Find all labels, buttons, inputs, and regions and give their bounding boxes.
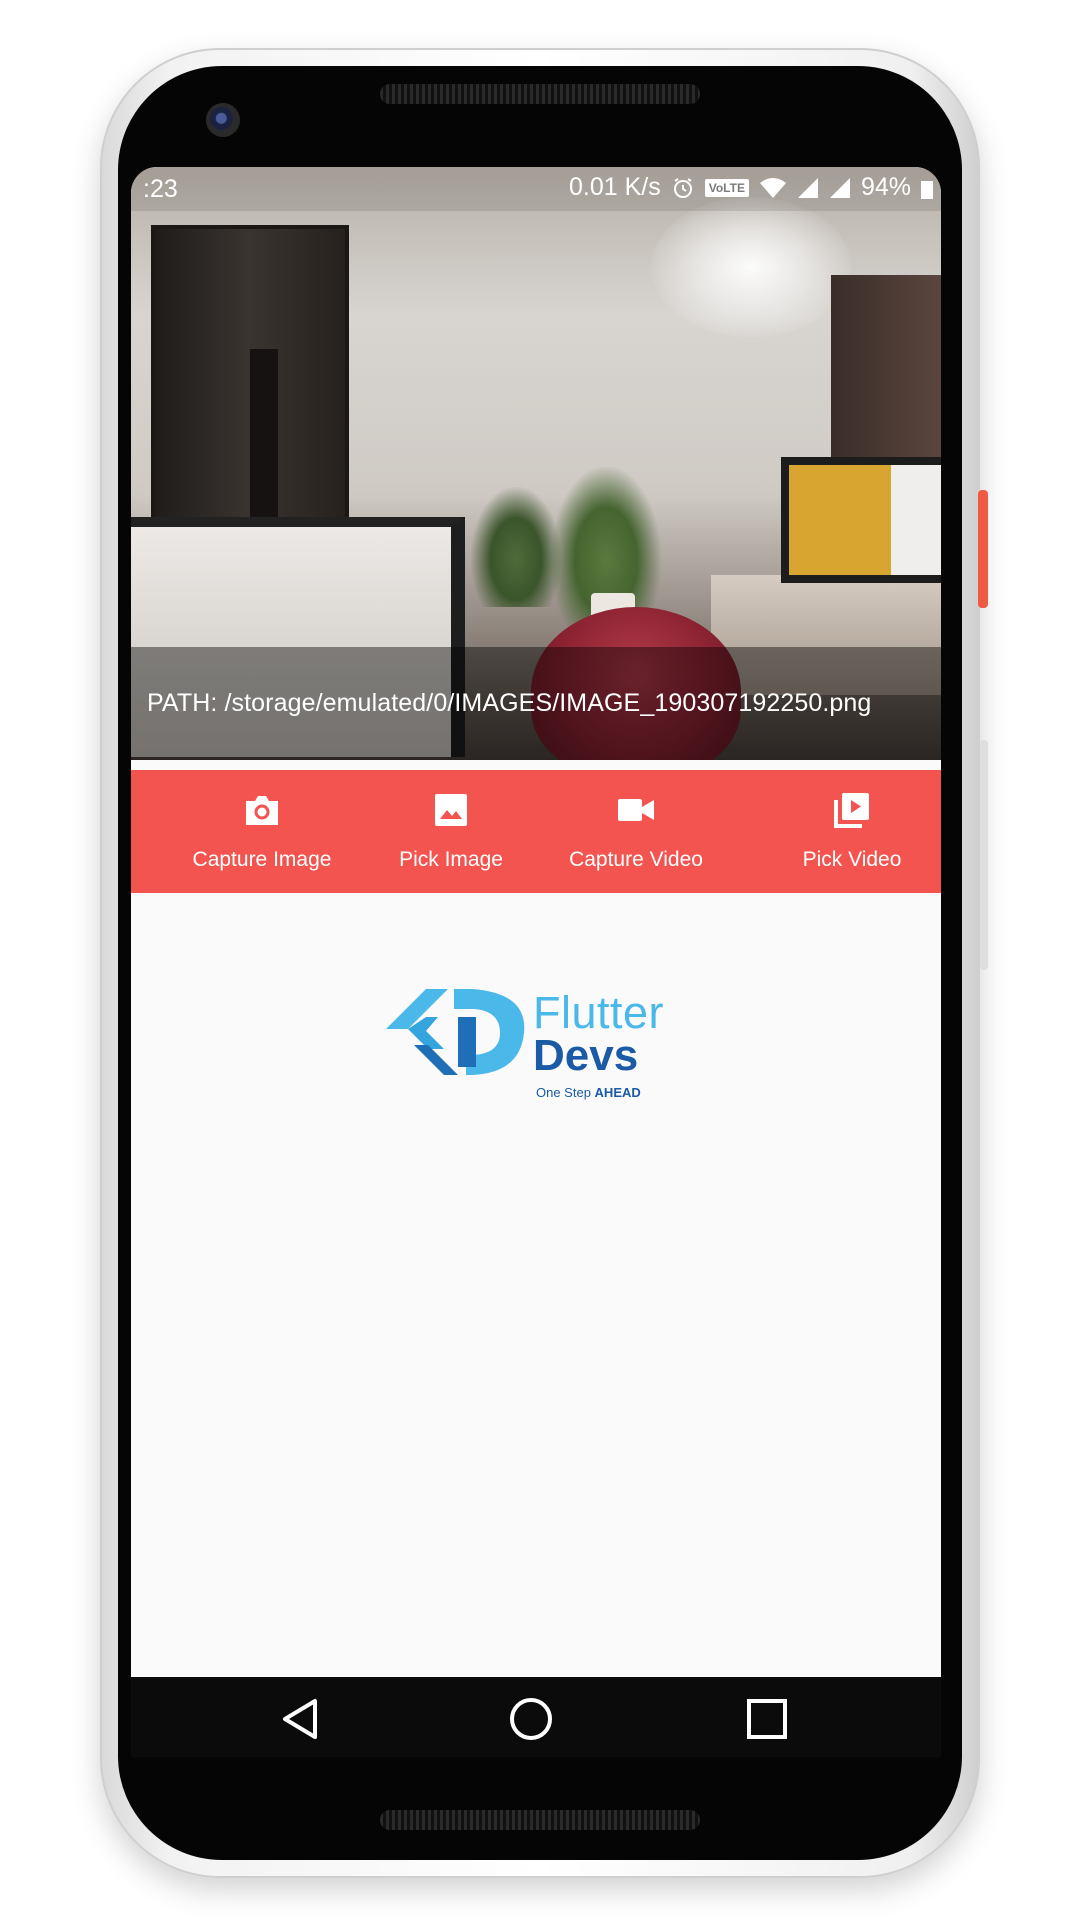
status-indicators: 0.01 K/s VoLTE 94%: [569, 173, 933, 202]
capture-video-button[interactable]: Capture Video: [509, 770, 763, 893]
image-path-label: PATH: /storage/emulated/0/IMAGES/IMAGE_1…: [147, 689, 872, 717]
signal-roaming-icon: [829, 177, 851, 199]
flutterdevs-logo-mark: [386, 989, 525, 1075]
photo-cabinet-white: [891, 457, 941, 583]
photo-plant-left: [471, 487, 561, 607]
pick-video-button[interactable]: Pick Video: [763, 770, 941, 893]
alarm-icon: [671, 176, 695, 200]
network-speed: 0.01 K/s: [569, 173, 661, 201]
ceiling-light: [651, 197, 851, 337]
device-frame-stage: PATH: /storage/emulated/0/IMAGES/IMAGE_1…: [0, 0, 1080, 1920]
system-navigation-bar: [131, 1677, 941, 1757]
logo-tagline: One Step AHEAD: [536, 1085, 641, 1100]
captured-image-preview: PATH: /storage/emulated/0/IMAGES/IMAGE_1…: [131, 167, 941, 760]
video-library-icon: [833, 792, 871, 828]
media-action-bar: Capture Image Pick Image Capture Video P…: [131, 770, 941, 893]
front-camera: [206, 103, 240, 137]
pick-image-button[interactable]: Pick Image: [393, 770, 509, 893]
photo-door-panel: [250, 349, 278, 539]
bottom-speaker: [380, 1810, 700, 1830]
home-icon[interactable]: [507, 1695, 555, 1743]
back-icon[interactable]: [277, 1695, 325, 1743]
logo-word-devs: Devs: [533, 1031, 639, 1080]
battery-percent: 94%: [860, 173, 911, 201]
status-time: :23: [143, 175, 178, 203]
status-bar: :23 0.01 K/s VoLTE 94%: [131, 167, 941, 211]
wifi-icon: [759, 177, 787, 199]
pick-video-label: Pick Video: [802, 848, 902, 871]
logo-tagline-emphasis: AHEAD: [594, 1085, 641, 1100]
battery-icon: [921, 177, 933, 199]
capture-video-label: Capture Video: [569, 848, 703, 871]
videocam-icon: [617, 792, 655, 828]
flutterdevs-logo: Flutter Devs One Step AHEAD: [386, 987, 686, 1100]
capture-image-label: Capture Image: [192, 848, 332, 871]
image-icon: [434, 792, 468, 828]
earpiece-speaker: [380, 84, 700, 104]
camera-icon: [243, 792, 281, 828]
signal-icon: [797, 177, 819, 199]
logo-tagline-prefix: One Step: [536, 1085, 595, 1100]
capture-image-button[interactable]: Capture Image: [131, 770, 393, 893]
volume-button: [980, 740, 988, 970]
pick-image-label: Pick Image: [399, 848, 503, 871]
power-button: [978, 490, 988, 608]
recents-icon[interactable]: [743, 1695, 791, 1743]
volte-badge: VoLTE: [704, 178, 749, 197]
photo-cabinet-yellow: [781, 457, 907, 583]
app-screen: PATH: /storage/emulated/0/IMAGES/IMAGE_1…: [131, 167, 941, 1757]
